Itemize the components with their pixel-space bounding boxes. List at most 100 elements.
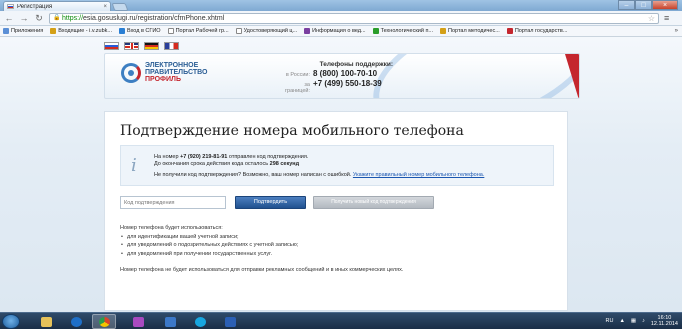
site-icon: [506, 28, 513, 34]
logo-line-1: ЭЛЕКТРОННОЕ: [145, 62, 199, 69]
clock-date: 12.11.2014: [650, 321, 678, 327]
timer-prefix: До окончания срока действия кода осталос…: [154, 161, 269, 167]
support-phones: Телефоны поддержки: в России: 8 (800) 10…: [281, 61, 401, 94]
info-timer-line: До окончания срока действия кода осталос…: [154, 161, 299, 167]
timer-value: 298 секунд: [269, 161, 300, 167]
list-item: для идентификации вашей учетной записи;: [120, 233, 298, 242]
bookmark-label: Информация о вед...: [312, 28, 366, 34]
network-status-icon[interactable]: ▦: [631, 318, 636, 324]
taskbar: RU ▲ ▦ ♪ 16:10 12.11.2014: [0, 312, 682, 329]
clock[interactable]: 16:10 12.11.2014: [651, 315, 678, 327]
bookmark-label: Технологический п...: [380, 28, 434, 34]
forward-arrow-icon[interactable]: →: [19, 13, 29, 23]
menu-icon[interactable]: ≡: [664, 13, 669, 23]
usage-heading: Номер телефона будет использоваться:: [120, 225, 223, 231]
site-icon: [118, 28, 125, 34]
confirm-button[interactable]: Подтвердить: [235, 196, 306, 209]
bookmark-item[interactable]: Входящие - i.v.zubk...: [50, 28, 112, 34]
bookmark-item[interactable]: Технологический п...: [372, 28, 434, 34]
bookmark-item[interactable]: Удостоверяющий ц...: [235, 28, 297, 34]
site-header-banner: ЭЛЕКТРОННОЕ ПРАВИТЕЛЬСТВО ПРОФИЛЬ Телефо…: [104, 53, 580, 99]
info-box: i На номер +7 (920) 219-81-91 отправлен …: [120, 145, 554, 186]
bookmarks-bar: Приложения Входящие - i.v.zubk... Вход в…: [0, 26, 682, 37]
info-prefix: На номер: [154, 154, 179, 160]
apps-grid-icon: [3, 28, 9, 34]
info-icon: i: [131, 155, 137, 176]
bookmarks-overflow-button[interactable]: »: [675, 28, 682, 34]
support-ru-label: в России:: [285, 72, 310, 78]
logo-text: ЭЛЕКТРОННОЕ ПРАВИТЕЛЬСТВО ПРОФИЛЬ: [145, 62, 207, 83]
network-icon: [164, 316, 176, 327]
language-indicator[interactable]: RU: [606, 318, 614, 324]
site-logo[interactable]: ЭЛЕКТРОННОЕ ПРАВИТЕЛЬСТВО ПРОФИЛЬ: [121, 62, 207, 83]
teamviewer-taskbar-button[interactable]: [64, 314, 88, 329]
site-icon: [440, 28, 447, 34]
confirmation-code-input[interactable]: [120, 196, 226, 209]
russian-flag-icon[interactable]: [104, 42, 119, 50]
maximize-button[interactable]: □: [635, 0, 652, 10]
bookmark-item[interactable]: Вход в СГИО: [118, 28, 161, 34]
skype-icon: [194, 316, 206, 327]
info-suffix: отправлен код подтверждения.: [228, 154, 309, 160]
info-sent-line: На номер +7 (920) 219-81-91 отправлен ко…: [154, 154, 308, 160]
start-button[interactable]: [2, 314, 20, 329]
page-content: ЭЛЕКТРОННОЕ ПРАВИТЕЛЬСТВО ПРОФИЛЬ Телефо…: [0, 37, 682, 312]
reload-icon[interactable]: ↻: [34, 13, 44, 24]
tab-close-icon[interactable]: ×: [103, 4, 107, 10]
support-abroad-number: +7 (499) 550-18-39: [313, 79, 382, 88]
german-flag-icon[interactable]: [144, 42, 159, 50]
chrome-icon: [98, 316, 110, 327]
usage-list: для идентификации вашей учетной записи; …: [120, 233, 298, 259]
network-taskbar-button[interactable]: [158, 314, 182, 329]
minimize-button[interactable]: –: [618, 0, 635, 10]
tray-arrow-icon[interactable]: ▲: [619, 318, 624, 324]
url-path: esia.gosuslugi.ru/registration/cfmPhone.…: [83, 14, 225, 22]
bookmark-label: Портал государств...: [514, 28, 568, 34]
lock-icon: 🔒: [53, 15, 61, 21]
browser-titlebar: Регистрация × – □ ×: [0, 0, 682, 11]
skype-taskbar-button[interactable]: [188, 314, 212, 329]
url-scheme: https://: [62, 14, 84, 22]
bookmark-item[interactable]: Информация о вед...: [304, 28, 366, 34]
decorative-red-corner: [565, 54, 579, 98]
site-icon: [372, 28, 379, 34]
teamviewer-icon: [70, 316, 82, 327]
usage-section: Номер телефона будет использоваться: для…: [120, 224, 298, 258]
logo-line-3: ПРОФИЛЬ: [145, 76, 182, 83]
confirmation-card: Подтверждение номера мобильного телефона…: [104, 111, 568, 311]
advertising-note: Номер телефона не будет использоваться д…: [120, 267, 404, 273]
chrome-taskbar-button[interactable]: [92, 314, 116, 329]
russian-flag-favicon-icon: [7, 4, 14, 9]
wrong-number-text: Не получили код подтверждения? Возможно,…: [154, 172, 352, 178]
browser-tab[interactable]: Регистрация ×: [3, 1, 111, 11]
change-number-link[interactable]: Укажите правильный номер мобильного теле…: [353, 172, 484, 178]
new-tab-button[interactable]: [111, 3, 129, 11]
bookmark-item[interactable]: Приложения: [3, 28, 43, 34]
bookmark-label: Входящие - i.v.zubk...: [58, 28, 112, 34]
bookmark-item[interactable]: Портал методичес...: [440, 28, 500, 34]
window-controls: – □ ×: [618, 0, 678, 10]
page-title: Подтверждение номера мобильного телефона: [120, 123, 464, 139]
e-government-logo-icon: [121, 62, 141, 83]
bookmark-label: Портал Рабочей гр...: [175, 28, 229, 34]
close-window-button[interactable]: ×: [652, 0, 678, 10]
volume-icon[interactable]: ♪: [642, 318, 645, 324]
back-arrow-icon[interactable]: ←: [4, 13, 14, 23]
list-item: для уведомлений о подозрительных действи…: [120, 241, 298, 250]
bookmark-label: Приложения: [11, 28, 44, 34]
page-icon: [167, 28, 174, 34]
archiver-taskbar-button[interactable]: [126, 314, 150, 329]
address-bar[interactable]: 🔒 https://esia.gosuslugi.ru/registration…: [49, 12, 659, 24]
word-taskbar-button[interactable]: [218, 314, 242, 329]
explorer-taskbar-button[interactable]: [34, 314, 58, 329]
request-new-code-button[interactable]: Получить новый код подтверждения: [313, 196, 434, 209]
info-wrong-number-line: Не получили код подтверждения? Возможно,…: [154, 172, 484, 178]
bookmark-item[interactable]: Портал государств...: [506, 28, 568, 34]
french-flag-icon[interactable]: [164, 42, 179, 50]
bookmark-item[interactable]: Портал Рабочей гр...: [167, 28, 229, 34]
word-icon: [224, 316, 236, 327]
language-switcher: [104, 42, 179, 50]
uk-flag-icon[interactable]: [124, 42, 139, 50]
bookmark-star-icon[interactable]: ☆: [648, 14, 655, 23]
bookmark-label: Вход в СГИО: [126, 28, 161, 34]
